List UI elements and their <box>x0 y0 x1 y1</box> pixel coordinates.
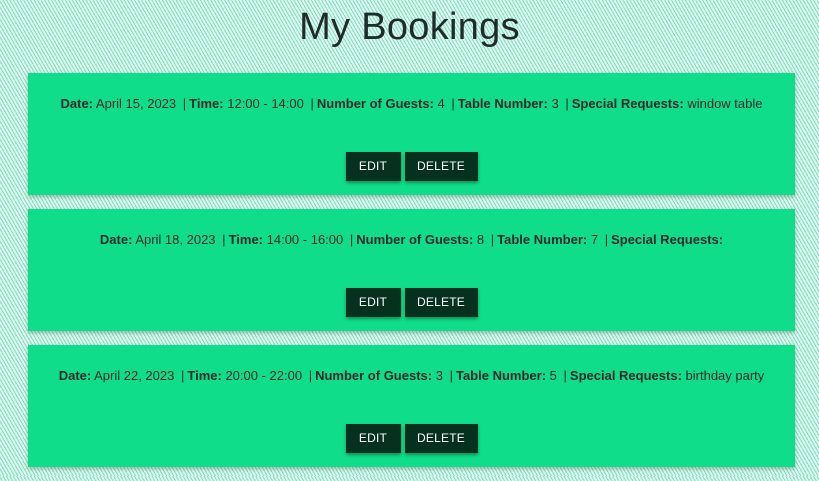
booking-table: 3 <box>551 96 559 111</box>
booking-time: 14:00 - 16:00 <box>266 232 344 247</box>
delete-button[interactable]: DELETE <box>404 152 478 181</box>
booking-guests: 4 <box>437 96 445 111</box>
separator: | <box>308 368 313 383</box>
booking-table: 5 <box>549 368 557 383</box>
booking-guests: 8 <box>476 232 485 247</box>
separator: | <box>449 368 453 383</box>
table-label: Table Number: <box>497 232 588 247</box>
time-label: Time: <box>187 368 222 383</box>
edit-button[interactable]: EDIT <box>345 424 401 453</box>
separator: | <box>310 96 314 111</box>
date-label: Date: <box>60 96 94 111</box>
booking-card: Date: April 15, 2023 | Time: 12:00 - 14:0… <box>28 73 795 195</box>
booking-requests: window table <box>687 96 763 111</box>
booking-list: Date: April 15, 2023 | Time: 12:00 - 14:0… <box>28 73 795 481</box>
page-title: My Bookings <box>299 6 520 48</box>
separator: | <box>451 96 455 111</box>
requests-label: Special Requests: <box>569 368 682 383</box>
booking-card: Date: April 22, 2023 | Time: 20:00 - 22:0… <box>28 345 795 467</box>
booking-card: Date: April 18, 2023 | Time: 14:00 - 16:0… <box>28 209 795 331</box>
date-label: Date: <box>58 368 92 383</box>
table-label: Table Number: <box>457 96 548 111</box>
booking-date: April 15, 2023 <box>95 96 177 111</box>
requests-label: Special Requests: <box>611 232 724 247</box>
booking-details: Date: April 22, 2023 | Time: 20:00 - 22:0… <box>28 368 795 383</box>
booking-details: Date: April 18, 2023 | Time: 14:00 - 16:0… <box>28 232 795 247</box>
separator: | <box>180 368 185 383</box>
time-label: Time: <box>189 96 224 111</box>
booking-table: 7 <box>590 232 599 247</box>
separator: | <box>490 232 495 247</box>
guests-label: Number of Guests: <box>356 232 474 247</box>
table-label: Table Number: <box>455 368 547 383</box>
edit-button[interactable]: EDIT <box>345 152 401 181</box>
booking-time: 12:00 - 14:00 <box>227 96 304 111</box>
separator: | <box>182 96 187 111</box>
separator: | <box>604 232 609 247</box>
separator: | <box>222 232 226 247</box>
booking-requests: birthday party <box>685 368 765 383</box>
booking-date: April 22, 2023 <box>94 368 175 383</box>
date-label: Date: <box>99 232 133 247</box>
booking-actions: EDIT DELETE <box>28 152 795 181</box>
booking-actions: EDIT DELETE <box>28 288 795 317</box>
guests-label: Number of Guests: <box>316 96 434 111</box>
separator: | <box>563 368 567 383</box>
delete-button[interactable]: DELETE <box>404 424 478 453</box>
booking-details: Date: April 15, 2023 | Time: 12:00 - 14:0… <box>28 96 795 111</box>
separator: | <box>349 232 354 247</box>
guests-label: Number of Guests: <box>315 368 433 383</box>
booking-actions: EDIT DELETE <box>28 424 795 453</box>
delete-button[interactable]: DELETE <box>404 288 478 317</box>
time-label: Time: <box>228 232 263 247</box>
booking-date: April 18, 2023 <box>135 232 216 247</box>
requests-label: Special Requests: <box>571 96 684 111</box>
booking-guests: 3 <box>435 368 443 383</box>
booking-time: 20:00 - 22:00 <box>225 368 303 383</box>
edit-button[interactable]: EDIT <box>345 288 401 317</box>
separator: | <box>565 96 569 111</box>
